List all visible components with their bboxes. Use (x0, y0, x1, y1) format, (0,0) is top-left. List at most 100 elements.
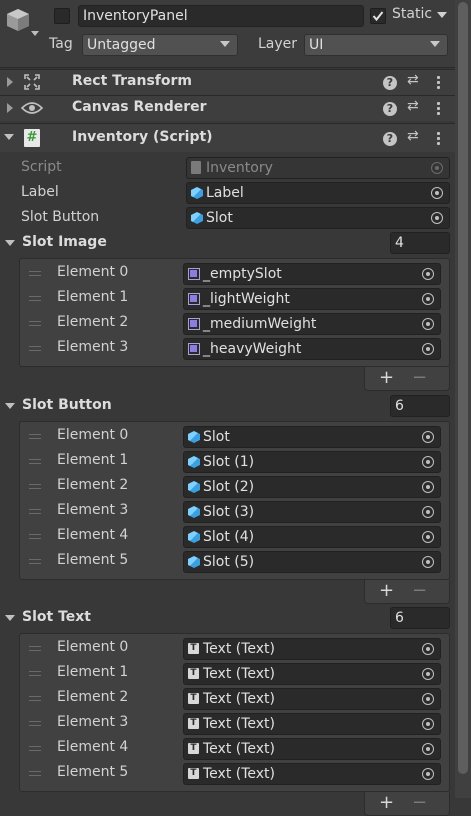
inspector-scrollbar[interactable] (455, 0, 471, 798)
gameobject-cube-icon[interactable] (5, 7, 31, 33)
object-picker-icon[interactable] (422, 643, 434, 655)
list-title-slot-text[interactable]: Slot Text (22, 609, 91, 625)
foldout-expanded-icon[interactable] (4, 134, 14, 140)
label-object-field[interactable]: Label (186, 182, 450, 204)
object-picker-icon[interactable] (422, 481, 434, 493)
drag-handle-icon[interactable] (29, 346, 41, 351)
icon-dropdown-arrow-icon[interactable] (31, 31, 39, 36)
drag-handle-icon[interactable] (29, 646, 41, 651)
help-icon[interactable]: ? (383, 76, 397, 90)
presets-icon[interactable]: ⇄ (407, 72, 419, 88)
list-size-input[interactable]: 6 (390, 607, 450, 629)
element-object-field[interactable]: _heavyWeight (183, 338, 441, 360)
list-item[interactable]: Element 3 _heavyWeight (20, 337, 449, 362)
component-rect-transform[interactable]: Rect Transform ? ⇄ (0, 69, 455, 95)
add-element-button[interactable]: + (379, 580, 394, 601)
presets-icon[interactable]: ⇄ (407, 98, 419, 114)
drag-handle-icon[interactable] (29, 696, 41, 701)
object-picker-icon[interactable] (422, 531, 434, 543)
drag-handle-icon[interactable] (29, 509, 41, 514)
object-name-input[interactable]: InventoryPanel (78, 5, 364, 27)
object-picker-icon[interactable] (422, 768, 434, 780)
object-picker-icon[interactable] (422, 693, 434, 705)
object-picker-icon[interactable] (422, 268, 434, 280)
list-title-slot-button[interactable]: Slot Button (22, 397, 112, 413)
foldout-expanded-icon[interactable] (5, 240, 15, 246)
help-icon[interactable]: ? (383, 102, 397, 116)
object-picker-icon[interactable] (422, 718, 434, 730)
object-picker-icon[interactable] (422, 743, 434, 755)
context-menu-icon[interactable] (437, 76, 441, 90)
object-picker-icon[interactable] (422, 668, 434, 680)
list-item[interactable]: Element 1 _lightWeight (20, 287, 449, 312)
slot-button-object-field[interactable]: Slot (186, 207, 450, 229)
element-object-field[interactable]: T Text (Text) (183, 688, 441, 710)
list-item[interactable]: Element 1 T Text (Text) (20, 662, 449, 687)
element-object-field[interactable]: Slot (4) (183, 526, 441, 548)
drag-handle-icon[interactable] (29, 671, 41, 676)
drag-handle-icon[interactable] (29, 321, 41, 326)
element-object-field[interactable]: T Text (Text) (183, 713, 441, 735)
drag-handle-icon[interactable] (29, 271, 41, 276)
drag-handle-icon[interactable] (29, 459, 41, 464)
help-icon[interactable]: ? (383, 132, 397, 146)
drag-handle-icon[interactable] (29, 534, 41, 539)
tag-dropdown[interactable]: Untagged (82, 34, 238, 56)
scrollbar-thumb[interactable] (458, 2, 468, 774)
list-title-slot-image[interactable]: Slot Image (22, 234, 107, 250)
add-element-button[interactable]: + (379, 367, 394, 388)
remove-element-button[interactable]: − (412, 367, 427, 388)
element-object-field[interactable]: Slot (2) (183, 476, 441, 498)
context-menu-icon[interactable] (437, 132, 441, 146)
drag-handle-icon[interactable] (29, 296, 41, 301)
drag-handle-icon[interactable] (29, 434, 41, 439)
foldout-collapsed-icon[interactable] (7, 103, 13, 113)
list-item[interactable]: Element 2 Slot (2) (20, 475, 449, 500)
drag-handle-icon[interactable] (29, 559, 41, 564)
static-dropdown-arrow-icon[interactable] (437, 12, 447, 18)
object-picker-icon[interactable] (422, 556, 434, 568)
object-picker-icon[interactable] (422, 431, 434, 443)
list-item[interactable]: Element 0 Slot (20, 425, 449, 450)
element-object-field[interactable]: Slot (3) (183, 501, 441, 523)
list-item[interactable]: Element 0 _emptySlot (20, 262, 449, 287)
object-picker-icon[interactable] (422, 318, 434, 330)
list-item[interactable]: Element 2 T Text (Text) (20, 687, 449, 712)
list-item[interactable]: Element 4 Slot (4) (20, 525, 449, 550)
drag-handle-icon[interactable] (29, 721, 41, 726)
object-picker-icon[interactable] (422, 506, 434, 518)
drag-handle-icon[interactable] (29, 771, 41, 776)
element-object-field[interactable]: _emptySlot (183, 263, 441, 285)
element-object-field[interactable]: Slot (1) (183, 451, 441, 473)
presets-icon[interactable]: ⇄ (407, 128, 419, 144)
element-object-field[interactable]: T Text (Text) (183, 763, 441, 785)
object-picker-icon[interactable] (422, 293, 434, 305)
drag-handle-icon[interactable] (29, 484, 41, 489)
object-picker-icon[interactable] (422, 343, 434, 355)
active-checkbox[interactable] (54, 8, 70, 24)
element-object-field[interactable]: T Text (Text) (183, 638, 441, 660)
list-item[interactable]: Element 4 T Text (Text) (20, 737, 449, 762)
remove-element-button[interactable]: − (412, 792, 427, 813)
list-item[interactable]: Element 2 _mediumWeight (20, 312, 449, 337)
list-item[interactable]: Element 0 T Text (Text) (20, 637, 449, 662)
element-object-field[interactable]: T Text (Text) (183, 663, 441, 685)
drag-handle-icon[interactable] (29, 746, 41, 751)
list-size-input[interactable]: 4 (390, 232, 450, 254)
remove-element-button[interactable]: − (412, 580, 427, 601)
list-item[interactable]: Element 3 Slot (3) (20, 500, 449, 525)
list-size-input[interactable]: 6 (390, 395, 450, 417)
element-object-field[interactable]: _lightWeight (183, 288, 441, 310)
object-picker-icon[interactable] (431, 212, 443, 224)
element-object-field[interactable]: _mediumWeight (183, 313, 441, 335)
element-object-field[interactable]: Slot (183, 426, 441, 448)
foldout-expanded-icon[interactable] (5, 403, 15, 409)
context-menu-icon[interactable] (437, 102, 441, 116)
add-element-button[interactable]: + (379, 792, 394, 813)
element-object-field[interactable]: T Text (Text) (183, 738, 441, 760)
foldout-expanded-icon[interactable] (5, 615, 15, 621)
element-object-field[interactable]: Slot (5) (183, 551, 441, 573)
object-picker-icon[interactable] (422, 456, 434, 468)
foldout-collapsed-icon[interactable] (7, 77, 13, 87)
component-inventory-script[interactable]: # Inventory (Script) ? ⇄ (0, 123, 455, 152)
